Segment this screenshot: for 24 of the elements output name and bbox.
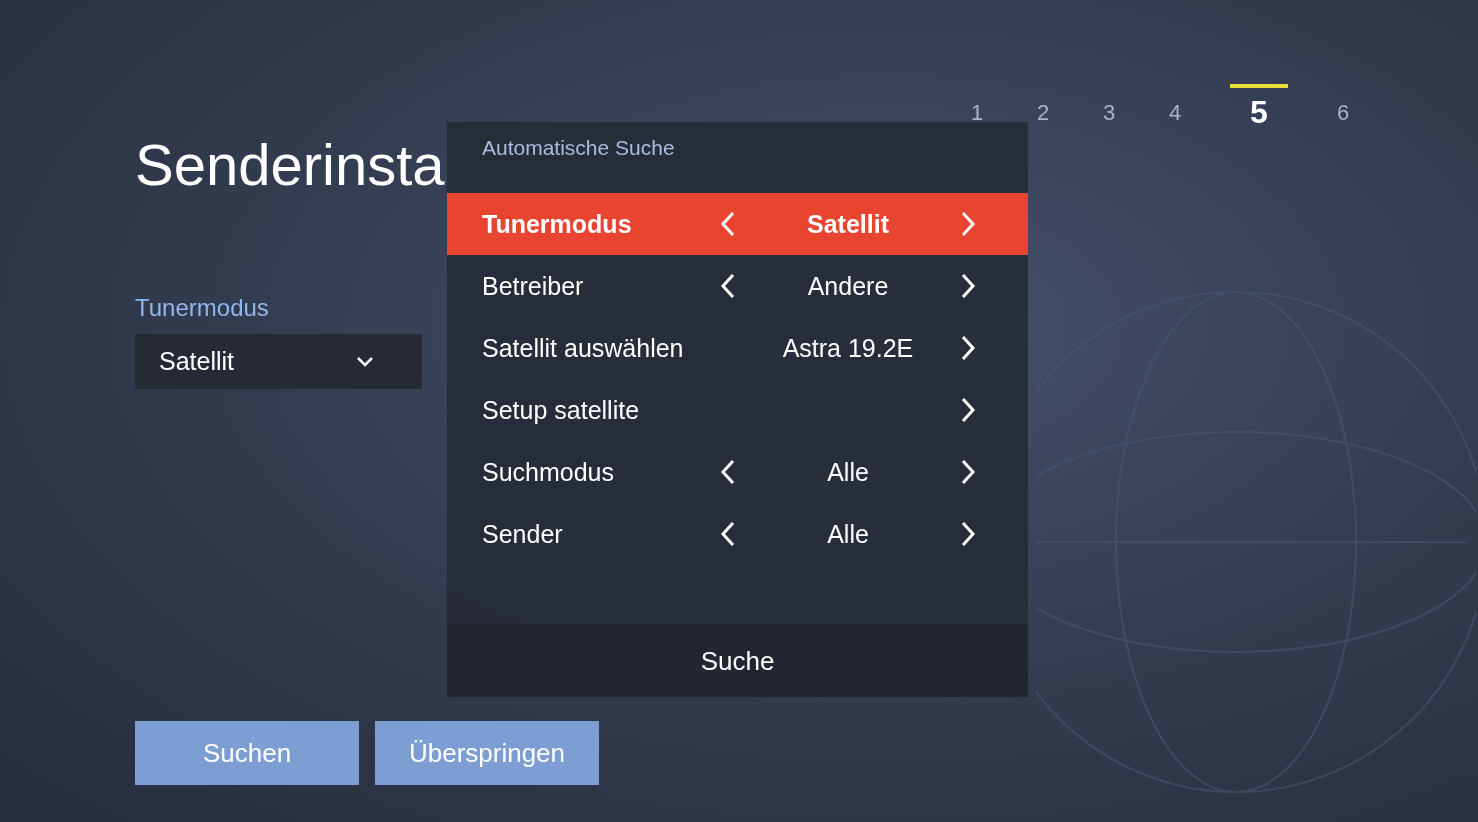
chevron-right-icon[interactable] bbox=[960, 459, 976, 485]
settings-row[interactable]: Sender Alle bbox=[447, 503, 1028, 565]
chevron-left-icon[interactable] bbox=[720, 273, 736, 299]
chevron-right-icon[interactable] bbox=[960, 335, 976, 361]
chevron-down-icon bbox=[356, 356, 374, 367]
tuner-dropdown[interactable]: Satellit bbox=[135, 334, 422, 389]
page-title: Senderinsta bbox=[135, 131, 445, 198]
chevron-right-icon[interactable] bbox=[960, 397, 976, 423]
step-tab[interactable]: 4 bbox=[1164, 84, 1186, 131]
settings-row[interactable]: Setup satellite bbox=[447, 379, 1028, 441]
chevron-left-icon[interactable] bbox=[720, 459, 736, 485]
field-label: Tunermodus bbox=[135, 294, 270, 322]
settings-row[interactable]: Satellit auswählen Astra 19.2E bbox=[447, 317, 1028, 379]
chevron-right-icon[interactable] bbox=[960, 273, 976, 299]
chevron-left-icon[interactable] bbox=[720, 521, 736, 547]
step-tab[interactable]: 5 bbox=[1230, 84, 1288, 131]
search-button[interactable]: Suche bbox=[447, 625, 1028, 697]
step-tab[interactable]: 6 bbox=[1332, 84, 1354, 131]
step-tab[interactable]: 2 bbox=[1032, 84, 1054, 131]
settings-row[interactable]: Betreiber Andere bbox=[447, 255, 1028, 317]
dialog-title: Automatische Suche bbox=[481, 135, 676, 161]
settings-row[interactable]: Suchmodus Alle bbox=[447, 441, 1028, 503]
chevron-right-icon[interactable] bbox=[960, 521, 976, 547]
step-tab[interactable]: 3 bbox=[1098, 84, 1120, 131]
